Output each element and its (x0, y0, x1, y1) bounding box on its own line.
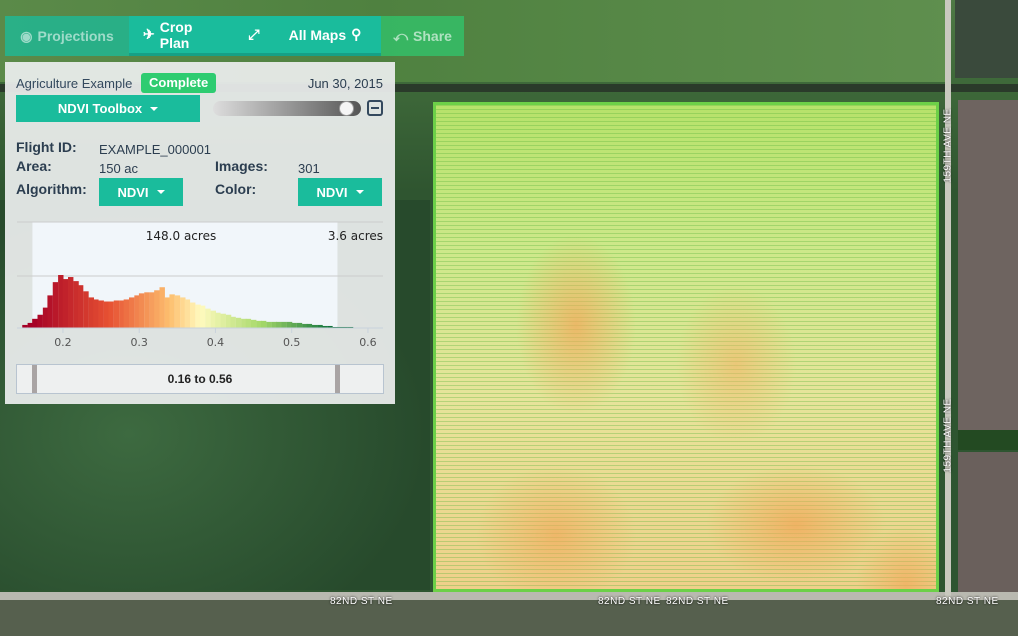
x-tick-label: 0.4 (207, 336, 225, 349)
share-icon: ⤺ (393, 27, 409, 44)
histogram-bar (190, 302, 196, 328)
histogram-bar (230, 316, 236, 328)
road-label-avenue-south: 159TH AVE NE (942, 398, 954, 473)
road-label-street-west: 82ND ST NE (330, 596, 393, 607)
histogram-bar (266, 321, 272, 328)
road-label-avenue-north: 159TH AVE NE (942, 108, 954, 183)
algorithm-label: Algorithm: (16, 181, 87, 197)
road-label-street-mid1: 82ND ST NE (598, 596, 661, 607)
histogram-bar (154, 290, 160, 328)
ndvi-histogram: 0.2 0.3 0.4 0.5 0.6 148.0 acres 3.6 acres (17, 221, 383, 349)
all-maps-label: All Maps (288, 26, 347, 43)
histogram-bar (52, 282, 59, 328)
histogram-bar (68, 277, 74, 328)
selected-acres-label: 148.0 acres (146, 229, 216, 243)
histogram-bar (215, 312, 221, 328)
range-slider[interactable]: 0.16 to 0.56 (16, 364, 384, 394)
ndvi-toolbox-label: NDVI Toolbox (57, 101, 143, 116)
excluded-acres-label: 3.6 acres (328, 229, 383, 243)
algorithm-value: NDVI (117, 184, 149, 200)
histogram-bar (159, 287, 165, 328)
histogram-bar (37, 314, 43, 328)
project-name: Agriculture Example (16, 76, 133, 91)
histogram-bar (108, 301, 114, 328)
histogram-bar (296, 322, 303, 328)
caret-down-icon (156, 190, 165, 194)
histogram-bar (306, 323, 313, 328)
images-value: 301 (298, 161, 320, 176)
area-value: 150 ac (99, 161, 139, 176)
histogram-bar (205, 308, 211, 328)
x-tick-label: 0.2 (54, 336, 72, 349)
map-marker-icon: ⚲ (351, 26, 362, 42)
histogram-bar (251, 319, 257, 328)
histogram-bar (220, 313, 226, 328)
algorithm-dropdown[interactable]: NDVI (99, 178, 183, 206)
x-tick-label: 0.6 (359, 336, 377, 349)
histogram-bar (77, 285, 84, 328)
status-badge: Complete (141, 73, 217, 93)
opacity-slider[interactable] (213, 101, 361, 116)
crop-plan-button[interactable]: ✈ Crop Plan (129, 16, 239, 56)
ndvi-panel: Agriculture Example Complete Jun 30, 201… (5, 62, 395, 404)
histogram-bar (83, 291, 89, 328)
fullscreen-button[interactable]: ⤢ (239, 16, 269, 56)
area-label: Area: (16, 158, 52, 174)
histogram-bar (144, 292, 150, 328)
camera-icon: ◉ (20, 27, 33, 44)
flight-id-label: Flight ID: (16, 139, 77, 155)
histogram-bar (184, 299, 191, 328)
histogram-bar (62, 279, 69, 328)
histogram-bar (245, 318, 252, 328)
color-label: Color: (215, 181, 257, 197)
color-value: NDVI (316, 184, 348, 200)
histogram-bar (113, 300, 120, 328)
images-label: Images: (215, 158, 268, 174)
histogram-bar (169, 294, 175, 328)
projections-button[interactable]: ◉ Projections (5, 16, 129, 56)
all-maps-button[interactable]: All Maps ⚲ (269, 16, 381, 56)
opacity-slider-handle[interactable] (339, 101, 355, 116)
color-dropdown[interactable]: NDVI (298, 178, 382, 206)
histogram-bar (93, 299, 99, 328)
ndvi-toolbox-dropdown[interactable]: NDVI Toolbox (16, 95, 200, 122)
range-text: 0.16 to 0.56 (167, 372, 233, 386)
collapse-button[interactable] (367, 100, 383, 116)
minus-icon (371, 107, 379, 109)
caret-down-icon (355, 190, 364, 194)
histogram-bar (199, 305, 206, 328)
histogram-bar (291, 322, 297, 328)
histogram-bar (174, 295, 181, 328)
caret-down-icon (150, 106, 159, 111)
share-button[interactable]: ⤺ Share (381, 16, 464, 56)
histogram-bar (123, 299, 130, 328)
histogram-bar (281, 321, 287, 328)
histogram-bar (235, 317, 242, 328)
histogram-bar (32, 318, 38, 328)
histogram-bar (98, 300, 104, 328)
projections-label: Projections (37, 28, 114, 44)
ndvi-overlay (433, 102, 939, 592)
flight-date: Jun 30, 2015 (307, 76, 383, 91)
histogram-bar (260, 320, 267, 328)
plane-icon: ✈ (143, 26, 155, 42)
crop-plan-label: Crop Plan (159, 18, 193, 51)
share-label: Share (413, 28, 452, 44)
histogram-bar (276, 321, 282, 328)
expand-icon: ⤢ (248, 26, 260, 42)
toolbar: ◉ Projections ✈ Crop Plan ⤢ All Maps ⚲ ⤺ Sha… (5, 16, 464, 56)
histogram-bar (129, 297, 135, 328)
road-label-street-mid2: 82ND ST NE (666, 596, 729, 607)
flight-id-value: EXAMPLE_000001 (99, 142, 212, 157)
histogram-bar (138, 293, 145, 328)
x-tick-label: 0.3 (130, 336, 148, 349)
x-tick-label: 0.5 (283, 336, 301, 349)
histogram-bar (47, 295, 53, 328)
road-label-street-east: 82ND ST NE (936, 596, 999, 607)
